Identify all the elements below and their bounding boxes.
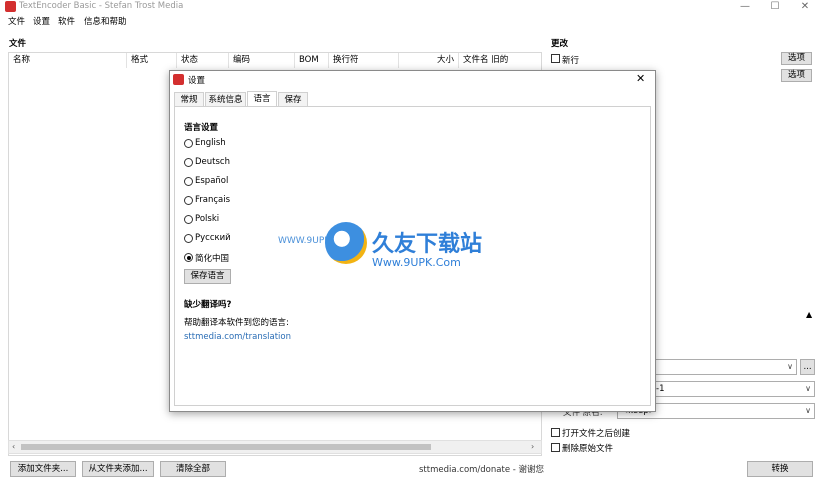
radio-simplified-chinese[interactable] bbox=[184, 253, 193, 262]
radio-deutsch[interactable] bbox=[184, 158, 193, 167]
change-section-label: 更改 bbox=[551, 39, 569, 49]
scroll-right-icon[interactable]: › bbox=[531, 441, 534, 453]
scroll-thumb[interactable] bbox=[21, 444, 431, 450]
column-old-filename[interactable]: 文件名 旧的 bbox=[459, 53, 541, 68]
encoding-combo[interactable]: ∨ bbox=[652, 359, 797, 375]
watermark-subtitle: Www.9UPK.Com bbox=[372, 256, 461, 269]
chevron-down-icon: ∨ bbox=[787, 362, 793, 371]
column-name[interactable]: 名称 bbox=[9, 53, 127, 68]
watermark-title: 久友下载站 bbox=[372, 232, 483, 257]
delete-source-label: 删除原始文件 bbox=[562, 444, 614, 454]
missing-translation-heading: 缺少翻译吗? bbox=[184, 300, 232, 310]
dialog-close-icon[interactable]: ✕ bbox=[636, 72, 645, 85]
chevron-down-icon: ∨ bbox=[805, 384, 811, 393]
close-button[interactable]: ✕ bbox=[790, 0, 820, 14]
convert-button[interactable]: 转换 bbox=[747, 461, 813, 477]
menu-file[interactable]: 文件 bbox=[8, 15, 25, 27]
dialog-title-bar: 设置 ✕ bbox=[170, 71, 655, 88]
delete-source-checkbox[interactable] bbox=[551, 443, 560, 452]
radio-espanol[interactable] bbox=[184, 177, 193, 186]
tab-general[interactable]: 常规 bbox=[174, 92, 204, 107]
help-translate-text: 帮助翻译本软件到您的语言: bbox=[184, 318, 289, 328]
line-break-combo-value: -1 bbox=[656, 384, 665, 394]
donate-link[interactable]: sttmedia.com/donate - 谢谢您 bbox=[419, 463, 544, 475]
radio-label-francais: Français bbox=[195, 195, 231, 205]
tab-save[interactable]: 保存 bbox=[278, 92, 308, 107]
create-after-open-checkbox[interactable] bbox=[551, 428, 560, 437]
minimize-button[interactable]: — bbox=[730, 0, 760, 14]
clear-all-button[interactable]: 清除全部 bbox=[160, 461, 226, 477]
radio-english[interactable] bbox=[184, 139, 193, 148]
radio-label-polski: Polski bbox=[195, 214, 220, 224]
options-button-2[interactable]: 选项 bbox=[781, 69, 812, 82]
language-settings-heading: 语言设置 bbox=[184, 123, 219, 133]
add-folder-button[interactable]: 添加文件夹... bbox=[10, 461, 76, 477]
radio-russian[interactable] bbox=[184, 234, 193, 243]
radio-polski[interactable] bbox=[184, 215, 193, 224]
radio-label-espanol: Español bbox=[195, 176, 229, 186]
column-line-break[interactable]: 换行符 bbox=[329, 53, 399, 68]
collapse-arrow-icon[interactable]: ▲ bbox=[806, 310, 812, 319]
radio-label-russian: Русский bbox=[195, 233, 231, 243]
tab-language[interactable]: 语言 bbox=[247, 91, 277, 107]
menu-settings[interactable]: 设置 bbox=[33, 15, 50, 27]
maximize-button[interactable]: ☐ bbox=[760, 0, 790, 14]
files-section-label: 文件 bbox=[9, 39, 27, 49]
radio-label-deutsch: Deutsch bbox=[195, 157, 230, 167]
menu-software[interactable]: 软件 bbox=[58, 15, 75, 27]
column-size[interactable]: 大小 bbox=[399, 53, 459, 68]
newline-label: 新行 bbox=[562, 56, 580, 66]
column-status[interactable]: 状态 bbox=[177, 53, 229, 68]
app-logo-icon bbox=[5, 1, 16, 12]
newline-checkbox[interactable] bbox=[551, 54, 560, 63]
horizontal-scrollbar[interactable]: ‹ › bbox=[8, 440, 542, 454]
add-from-folder-button[interactable]: 从文件夹添加... bbox=[82, 461, 154, 477]
tab-system-info[interactable]: 系统信息 bbox=[205, 92, 246, 107]
translation-link[interactable]: sttmedia.com/translation bbox=[184, 332, 291, 342]
options-button-1[interactable]: 选项 bbox=[781, 52, 812, 65]
column-bom[interactable]: BOM bbox=[295, 53, 329, 68]
window-title: TextEncoder Basic - Stefan Trost Media bbox=[19, 1, 184, 11]
ellipsis-button[interactable]: ... bbox=[800, 359, 815, 375]
dialog-title: 设置 bbox=[188, 76, 206, 86]
radio-label-simplified-chinese: 简化中国 bbox=[195, 254, 230, 264]
watermark-logo-icon bbox=[325, 222, 367, 264]
line-break-combo[interactable]: -1 ∨ bbox=[652, 381, 815, 397]
title-bar: TextEncoder Basic - Stefan Trost Media —… bbox=[0, 0, 825, 14]
app-logo-icon bbox=[173, 74, 184, 85]
scroll-left-icon[interactable]: ‹ bbox=[12, 441, 15, 453]
column-encoding[interactable]: 编码 bbox=[229, 53, 295, 68]
save-language-button[interactable]: 保存语言 bbox=[184, 269, 231, 284]
radio-label-english: English bbox=[195, 138, 226, 148]
radio-francais[interactable] bbox=[184, 196, 193, 205]
menu-bar: 文件 设置 软件 信息和帮助 bbox=[0, 15, 825, 29]
menu-info-help[interactable]: 信息和帮助 bbox=[84, 15, 127, 27]
chevron-down-icon: ∨ bbox=[805, 406, 811, 415]
create-after-open-label: 打开文件之后创建 bbox=[562, 429, 631, 439]
column-format[interactable]: 格式 bbox=[127, 53, 177, 68]
